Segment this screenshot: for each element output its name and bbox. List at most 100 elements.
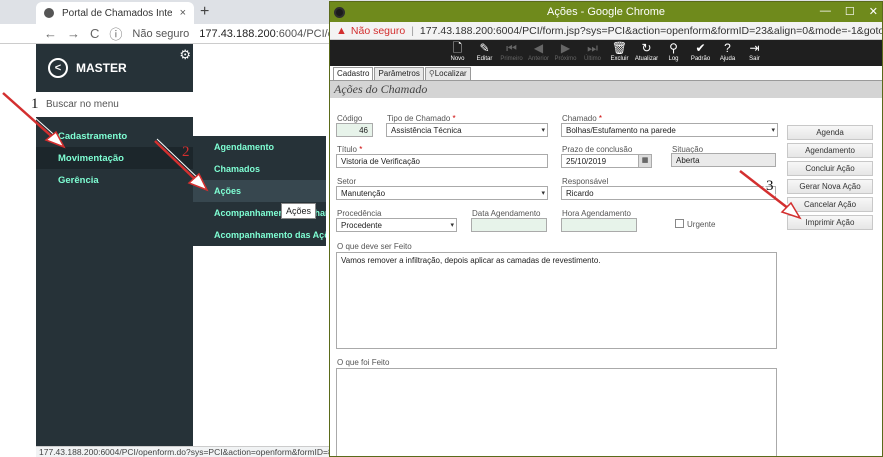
- tab-parametros[interactable]: Parâmetros: [374, 67, 424, 80]
- refresh-icon: ↻: [641, 41, 652, 55]
- submenu-movimentacao: Agendamento Chamados Ações Acompanhament…: [193, 136, 326, 246]
- imprimir-acao-button[interactable]: Imprimir Ação: [787, 215, 873, 230]
- favicon-icon: [44, 8, 54, 18]
- titulo-input[interactable]: Vistoria de Verificação: [336, 154, 548, 168]
- window-controls: — ☐ ✕: [820, 5, 878, 18]
- url-host: 177.43.188.200: [199, 27, 276, 40]
- toolbar-label: Padrão: [690, 56, 711, 62]
- submenu-item-chamados[interactable]: Chamados: [193, 158, 326, 180]
- minimize-icon[interactable]: —: [820, 5, 831, 18]
- info-icon[interactable]: ⓘ: [109, 24, 122, 43]
- sidebar-item-gerencia[interactable]: Gerência: [36, 169, 193, 191]
- gerar-nova-acao-button[interactable]: Gerar Nova Ação: [787, 179, 873, 194]
- chevron-left-icon[interactable]: <: [48, 58, 68, 78]
- popup-title-bar: Ações - Google Chrome — ☐ ✕: [330, 2, 882, 22]
- annotation-number-1: 1: [31, 96, 39, 112]
- new-tab-button[interactable]: +: [200, 3, 209, 21]
- reload-icon[interactable]: C: [90, 26, 99, 41]
- sidebar-item-movimentacao[interactable]: Movimentação: [36, 147, 193, 169]
- concluir-acao-button[interactable]: Concluir Ação: [787, 161, 873, 176]
- required-marker: *: [359, 145, 363, 154]
- status-bar-url: 177.43.188.200:6004/PCI/openform.do?sys=…: [36, 446, 333, 457]
- responsavel-input[interactable]: Ricardo: [561, 186, 776, 200]
- field-label-deve-ser-feito: O que deve ser Feito: [337, 242, 412, 251]
- tab-close-icon[interactable]: ×: [180, 7, 186, 19]
- close-icon[interactable]: ✕: [869, 5, 878, 18]
- setor-select[interactable]: Manutenção ▾: [336, 186, 548, 200]
- popup-title: Ações - Google Chrome: [547, 6, 665, 18]
- field-label-chamado: Chamado *: [562, 114, 602, 123]
- cancelar-acao-button[interactable]: Cancelar Ação: [787, 197, 873, 212]
- form-toolbar: 🗋 Novo ✎ Editar ⏮ Primeiro ◀ Anterior ▶ Próxi…: [330, 40, 882, 66]
- first-icon: ⏮: [506, 41, 517, 55]
- select-value: Assistência Técnica: [391, 125, 462, 135]
- submenu-item-agendamento[interactable]: Agendamento: [193, 136, 326, 158]
- menu-search-input[interactable]: Buscar no menu: [36, 92, 193, 117]
- tab-cadastro[interactable]: Cadastro: [333, 67, 374, 80]
- maximize-icon[interactable]: ☐: [845, 5, 855, 18]
- toolbar-button-excluir[interactable]: 🗑 Excluir: [608, 41, 631, 66]
- browser-tab[interactable]: Portal de Chamados Interno ×: [36, 2, 194, 24]
- calendar-icon[interactable]: ▦: [638, 155, 651, 167]
- label-text: Título: [337, 145, 358, 154]
- tooltip: Ações: [281, 203, 317, 219]
- last-icon: ⏭: [587, 41, 598, 55]
- chevron-down-icon: ▾: [541, 190, 545, 197]
- toolbar-label: Próximo: [554, 56, 577, 62]
- toolbar-label: Ajuda: [719, 56, 736, 62]
- toolbar-button-sair[interactable]: ⇥ Sair: [743, 41, 766, 66]
- new-doc-icon: 🗋: [452, 41, 463, 55]
- delete-icon: 🗑: [611, 41, 628, 55]
- agenda-button[interactable]: Agenda: [787, 125, 873, 140]
- divider: |: [411, 24, 414, 37]
- field-label-setor: Setor: [337, 177, 357, 186]
- field-label-responsavel: Responsável: [562, 177, 609, 186]
- toolbar-button-ultimo[interactable]: ⏭ Último: [581, 41, 604, 66]
- toolbar-label: Novo: [450, 56, 465, 62]
- popup-url[interactable]: 177.43.188.200:6004/PCI/form.jsp?sys=PCI…: [420, 25, 882, 37]
- chevron-down-icon: ▾: [541, 127, 545, 134]
- forward-arrow-icon[interactable]: →: [67, 26, 80, 41]
- tab-localizar[interactable]: ⚲Localizar: [424, 67, 471, 80]
- toolbar-button-log[interactable]: ⚲ Log: [662, 41, 685, 66]
- field-label-prazo: Prazo de conclusão: [562, 145, 633, 154]
- previous-icon: ◀: [533, 41, 544, 55]
- chamado-select[interactable]: Bolhas/Estufamento na parede ▾: [561, 123, 778, 137]
- urgente-checkbox[interactable]: [675, 219, 684, 228]
- prazo-date-input[interactable]: 25/10/2019 ▦: [561, 154, 652, 168]
- submenu-item-acoes[interactable]: Ações: [193, 180, 326, 202]
- edit-icon: ✎: [479, 41, 490, 55]
- select-value: Manutenção: [341, 188, 386, 198]
- toolbar-label: Excluir: [610, 56, 629, 62]
- security-label: Não seguro: [350, 24, 406, 37]
- help-icon: ?: [724, 41, 731, 55]
- toolbar-button-primeiro[interactable]: ⏮ Primeiro: [500, 41, 523, 66]
- toolbar-button-editar[interactable]: ✎ Editar: [473, 41, 496, 66]
- toolbar-button-anterior[interactable]: ◀ Anterior: [527, 41, 550, 66]
- date-value: 25/10/2019: [566, 156, 607, 166]
- back-arrow-icon[interactable]: ←: [44, 26, 57, 41]
- toolbar-button-novo[interactable]: 🗋 Novo: [446, 41, 469, 66]
- tipo-chamado-select[interactable]: Assistência Técnica ▾: [386, 123, 548, 137]
- toolbar-button-atualizar[interactable]: ↻ Atualizar: [635, 41, 658, 66]
- toolbar-label: Log: [668, 56, 679, 62]
- required-marker: *: [598, 114, 603, 123]
- toolbar-button-padrao[interactable]: ✔ Padrão: [689, 41, 712, 66]
- field-label-codigo: Código: [337, 114, 363, 123]
- field-label-urgente: Urgente: [687, 220, 716, 229]
- label-text: Tipo de Chamado: [387, 114, 451, 123]
- toolbar-button-proximo[interactable]: ▶ Próximo: [554, 41, 577, 66]
- gear-icon[interactable]: ⚙: [179, 47, 191, 63]
- foi-feito-textarea[interactable]: [336, 368, 777, 456]
- select-value: Procedente: [341, 220, 382, 230]
- procedencia-select[interactable]: Procedente ▾: [336, 218, 457, 232]
- exit-icon: ⇥: [749, 41, 760, 55]
- toolbar-label: Último: [583, 56, 601, 62]
- form-title: Ações do Chamado: [330, 80, 882, 98]
- sidebar-item-cadastramento[interactable]: Cadastramento: [36, 125, 193, 147]
- field-label-tipo: Tipo de Chamado *: [387, 114, 456, 123]
- deve-ser-feito-textarea[interactable]: Vamos remover a infiltração, depois apli…: [336, 252, 777, 349]
- agendamento-button[interactable]: Agendamento: [787, 143, 873, 158]
- submenu-item-acompanhamento-acoes[interactable]: Acompanhamento das Ações: [193, 224, 326, 246]
- toolbar-button-ajuda[interactable]: ? Ajuda: [716, 41, 739, 66]
